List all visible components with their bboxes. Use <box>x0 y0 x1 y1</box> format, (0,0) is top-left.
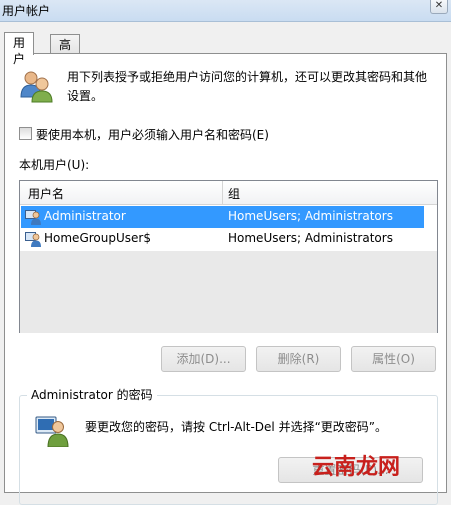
column-header-username[interactable]: 用户名 <box>28 185 64 202</box>
properties-button[interactable]: 属性(O) <box>351 346 436 372</box>
close-button[interactable]: ✕ <box>430 0 448 14</box>
watermark-text: 云南龙网 <box>312 455 401 480</box>
password-group-title: Administrator 的密码 <box>27 386 157 403</box>
users-icon <box>20 71 53 103</box>
list-row-homegroupuser[interactable]: HomeGroupUser$ HomeUsers; Administrators <box>21 228 424 250</box>
column-divider[interactable] <box>222 181 223 205</box>
password-instruction-text: 要更改您的密码，请按 Ctrl-Alt-Del 并选择“更改密码”。 <box>85 420 388 434</box>
list-empty-area <box>20 251 437 333</box>
group-cell: HomeUsers; Administrators <box>228 209 393 223</box>
add-user-button[interactable]: 添加(D)... <box>161 346 246 372</box>
window-title: 用户帐户 <box>2 4 51 18</box>
title-bar: 用户帐户 ✕ <box>0 0 451 22</box>
remove-user-button[interactable]: 删除(R) <box>256 346 341 372</box>
users-tab-panel: 用下列表授予或拒绝用户访问您的计算机，还可以更改其密码和其他设置。 要使用本机，… <box>4 53 447 505</box>
group-cell: HomeUsers; Administrators <box>228 231 393 245</box>
tab-users[interactable]: 用户 <box>4 32 35 66</box>
user-key-icon <box>35 416 69 447</box>
require-login-label[interactable]: 要使用本机，用户必须输入用户名和密码(E) <box>36 126 269 143</box>
username-cell: Administrator <box>44 209 126 223</box>
intro-text: 用下列表授予或拒绝用户访问您的计算机，还可以更改其密码和其他设置。 <box>67 70 428 103</box>
list-header: 用户名 组 <box>20 181 437 205</box>
local-users-label: 本机用户(U): <box>19 158 90 172</box>
list-row-administrator[interactable]: Administrator HomeUsers; Administrators <box>21 206 424 228</box>
tab-advanced[interactable]: 高级 <box>50 34 81 68</box>
column-header-group[interactable]: 组 <box>228 185 240 202</box>
username-cell: HomeGroupUser$ <box>44 231 151 245</box>
user-icon <box>25 232 41 247</box>
require-login-checkbox[interactable] <box>19 127 32 140</box>
users-list[interactable]: 用户名 组 Administrator HomeUsers; Administr… <box>19 180 438 333</box>
user-icon <box>25 210 41 225</box>
